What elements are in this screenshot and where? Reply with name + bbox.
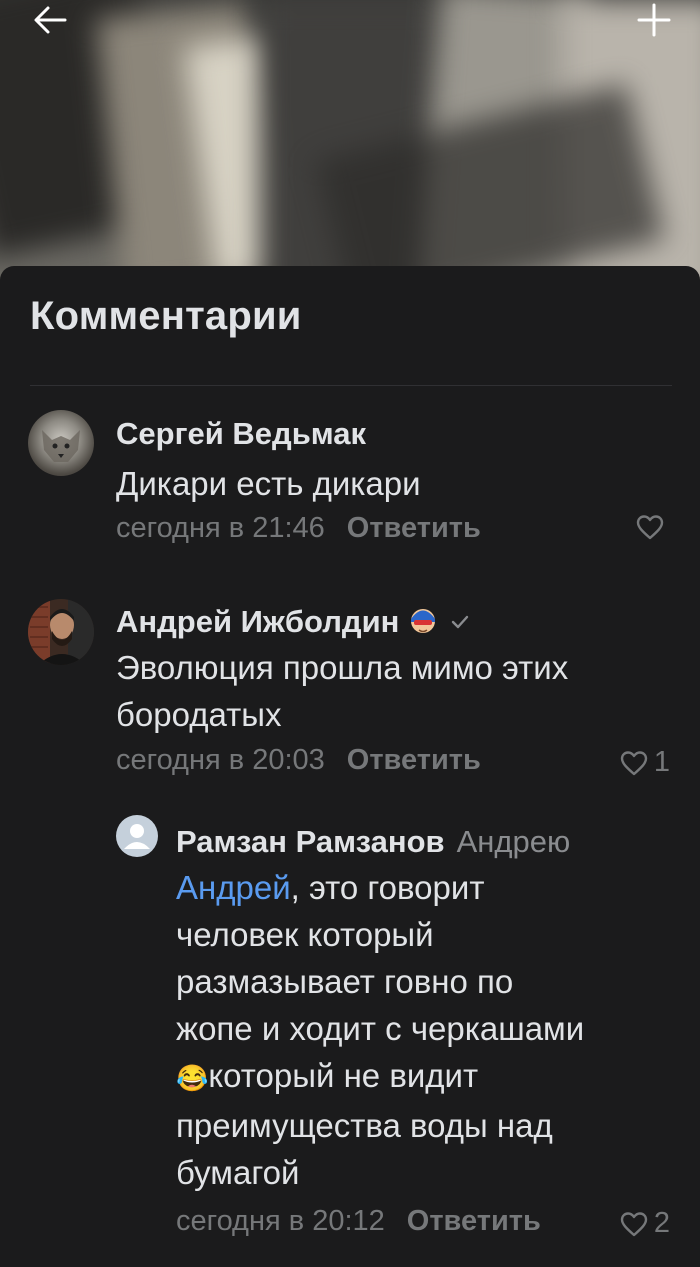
heart-icon [636, 515, 664, 540]
comment-author[interactable]: Сергей Ведьмак [116, 416, 366, 452]
like-count: 1 [653, 746, 670, 778]
mention-link[interactable]: Андрей [176, 869, 291, 906]
sheet-title: Комментарии [30, 294, 302, 338]
plus-icon [637, 3, 671, 37]
comment-text: Андрей, это говорит человек который разм… [176, 869, 585, 1191]
reply-addressee: Андрею [456, 824, 571, 859]
comment-text: Эволюция прошла мимо этих бородатых [116, 649, 569, 733]
person-avatar[interactable] [28, 599, 94, 665]
comment-time: сегодня в 21:46 [116, 512, 325, 544]
comment-time: сегодня в 20:03 [116, 744, 325, 776]
divider [30, 385, 672, 386]
heart-icon [620, 1211, 648, 1236]
comment-author: Рамзан Рамзанов Андрею [176, 824, 571, 859]
heart-icon [620, 750, 648, 775]
like-button[interactable] [636, 514, 670, 540]
like-button[interactable]: 2 [620, 1207, 670, 1240]
wolf-avatar[interactable] [28, 410, 94, 476]
add-button[interactable] [624, 0, 684, 40]
arrow-left-icon [34, 6, 67, 34]
comment-author: Андрей Ижболдин [116, 604, 469, 640]
comment-time: сегодня в 20:12 [176, 1205, 385, 1237]
laughing-emoji: 😂 [176, 1063, 209, 1093]
user-icon [124, 824, 150, 849]
comment-meta: сегодня в 21:46 Ответить [116, 512, 481, 545]
verified-check-icon [451, 615, 468, 629]
comment-text: Дикари есть дикари [116, 465, 421, 502]
reply-button[interactable]: Ответить [347, 512, 481, 544]
post-photo [0, 0, 700, 300]
default-avatar[interactable] [116, 815, 158, 857]
comments-sheet: Комментарии Сергей Ведьмак Дикари есть д… [0, 266, 700, 1267]
back-button[interactable] [20, 0, 80, 40]
reply-button[interactable]: Ответить [347, 744, 481, 776]
reply-button[interactable]: Ответить [407, 1205, 541, 1237]
comment-meta: сегодня в 20:12 Ответить [176, 1205, 541, 1238]
like-count: 2 [653, 1207, 670, 1239]
like-button[interactable]: 1 [620, 746, 670, 779]
comment-meta: сегодня в 20:03 Ответить [116, 744, 481, 777]
hero-mask-icon [410, 609, 435, 633]
